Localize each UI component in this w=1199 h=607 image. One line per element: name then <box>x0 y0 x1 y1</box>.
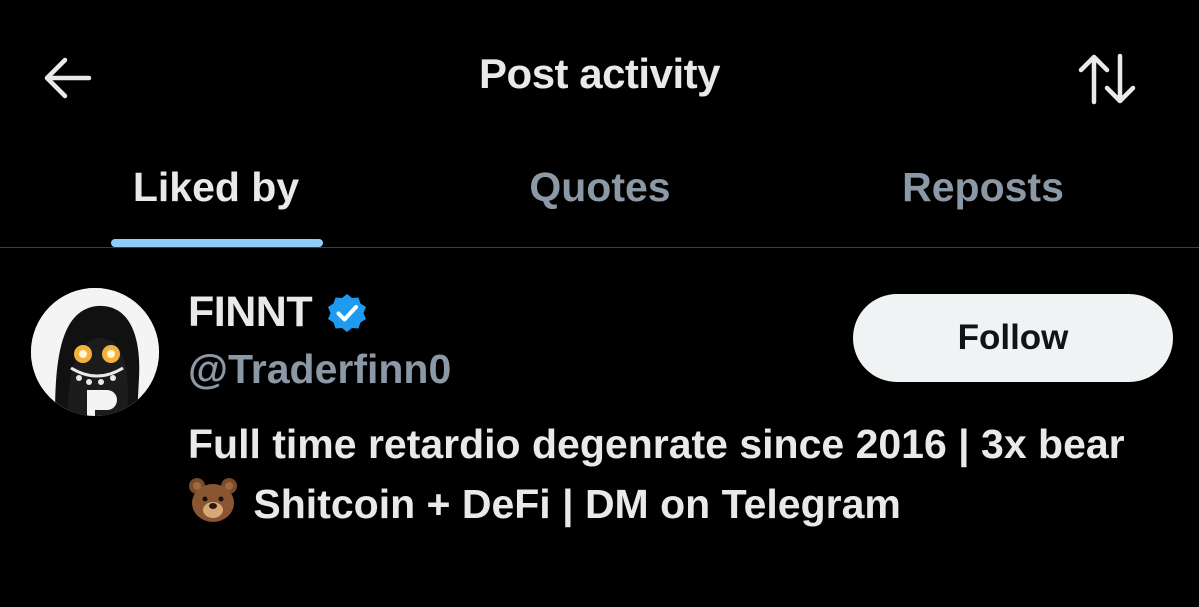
tab-quotes-label: Quotes <box>529 164 671 210</box>
top-bar: Post activity <box>0 0 1199 150</box>
tab-liked-by[interactable]: Liked by <box>66 150 366 247</box>
sort-arrows-icon <box>1078 53 1136 105</box>
bio-text-part2: Shitcoin + DeFi | DM on Telegram <box>253 481 901 527</box>
user-bio: Full time retardio degenrate since 2016 … <box>188 414 1178 540</box>
tab-quotes[interactable]: Quotes <box>450 150 750 247</box>
tab-reposts-label: Reposts <box>902 164 1064 210</box>
tab-liked-by-label: Liked by <box>132 164 300 210</box>
display-name-line: FINNT <box>188 288 368 337</box>
active-tab-indicator <box>111 239 323 247</box>
tab-reposts[interactable]: Reposts <box>833 150 1133 247</box>
follow-button[interactable]: Follow <box>853 294 1173 382</box>
page-title: Post activity <box>479 50 720 97</box>
verified-badge-icon <box>326 292 368 334</box>
bio-text-part1: Full time retardio degenrate since 2016 … <box>188 421 1125 467</box>
display-name[interactable]: FINNT <box>188 288 313 337</box>
avatar-image <box>31 288 159 416</box>
avatar[interactable] <box>31 288 159 416</box>
sort-button[interactable] <box>1070 46 1144 112</box>
user-handle[interactable]: @Traderfinn0 <box>188 346 451 393</box>
bear-face-icon <box>188 476 238 540</box>
tab-bar: Liked by Quotes Reposts <box>0 150 1199 248</box>
user-list-item[interactable]: FINNT @Traderfinn0 Follow Full time reta… <box>0 262 1199 562</box>
